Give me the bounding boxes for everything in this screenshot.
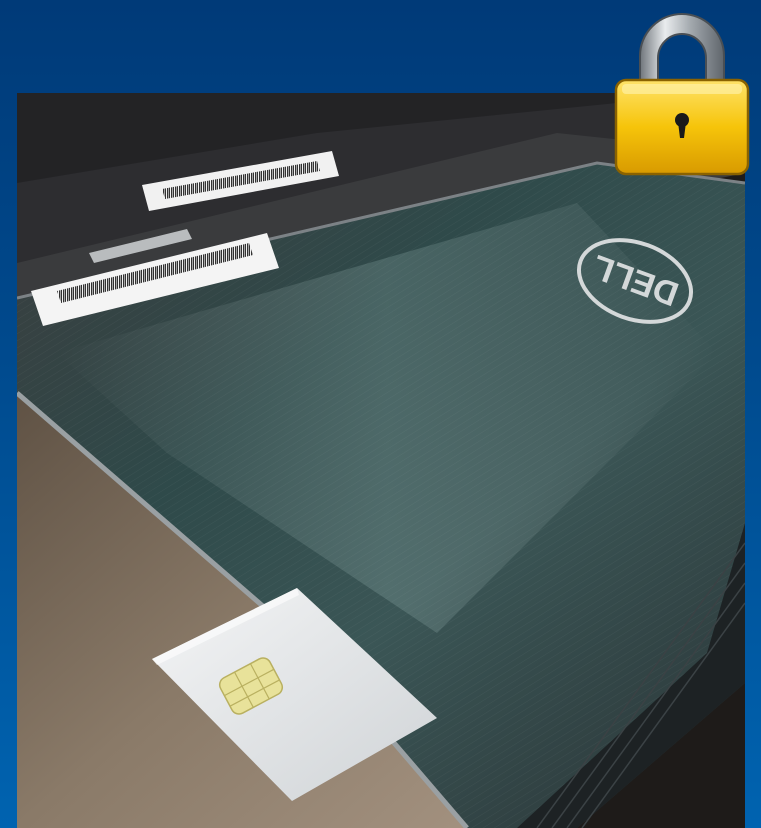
laptop-smartcard-photo: DELL <box>17 93 745 828</box>
slide: DELL <box>0 0 761 828</box>
padlock-icon <box>612 4 752 178</box>
